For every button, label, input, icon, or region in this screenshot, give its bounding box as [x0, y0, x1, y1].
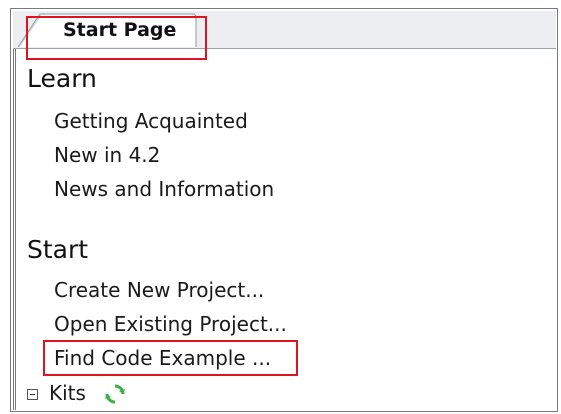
link-find-code-example[interactable]: Find Code Example ... — [54, 346, 271, 370]
tab-label: Start Page — [63, 19, 177, 41]
link-open-existing-project[interactable]: Open Existing Project... — [54, 312, 287, 336]
tab-start-page[interactable]: Start Page — [18, 13, 197, 47]
link-news-and-information[interactable]: News and Information — [54, 177, 274, 201]
left-border — [13, 49, 16, 410]
kits-label: Kits — [49, 381, 86, 405]
learn-heading: Learn — [27, 64, 97, 93]
start-heading: Start — [27, 235, 89, 264]
collapse-minus-icon[interactable] — [27, 389, 38, 400]
refresh-icon[interactable] — [104, 383, 126, 405]
link-new-in-version[interactable]: New in 4.2 — [54, 143, 160, 167]
link-getting-acquainted[interactable]: Getting Acquainted — [54, 109, 248, 133]
link-create-new-project[interactable]: Create New Project... — [54, 278, 264, 302]
